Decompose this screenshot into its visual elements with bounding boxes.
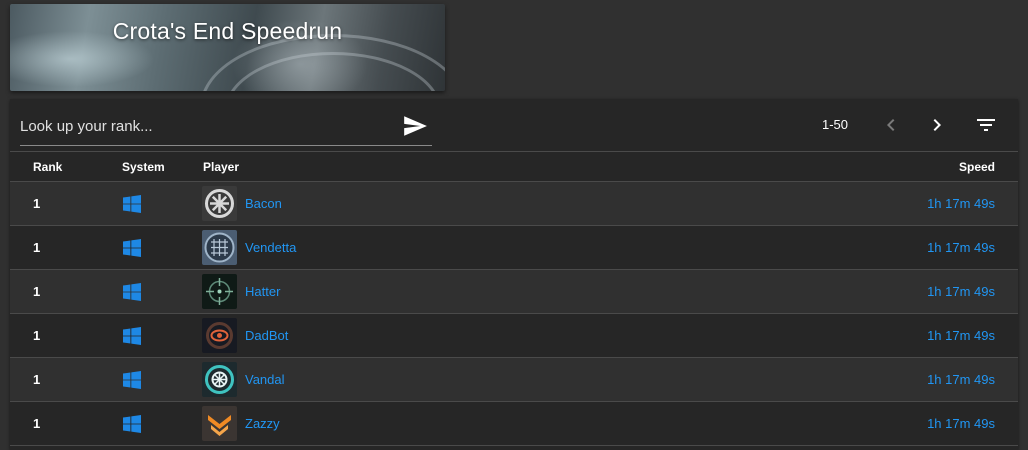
raid-banner: Crota's End Speedrun xyxy=(10,4,445,91)
player-link[interactable]: Zazzy xyxy=(245,416,280,431)
table-row: 1 Hatter 1h 17m 49s xyxy=(10,270,1018,314)
speed-link[interactable]: 1h 17m 49s xyxy=(927,372,995,387)
column-header-system[interactable]: System xyxy=(122,160,165,174)
player-link[interactable]: Bacon xyxy=(245,196,282,211)
player-link[interactable]: Hatter xyxy=(245,284,280,299)
player-link[interactable]: Vendetta xyxy=(245,240,296,255)
speed-link[interactable]: 1h 17m 49s xyxy=(927,328,995,343)
chevron-right-icon xyxy=(933,119,941,131)
filter-list-icon xyxy=(977,119,995,131)
rank-cell: 1 xyxy=(33,240,41,255)
leaderboard-toolbar: 1-50 xyxy=(10,99,1018,152)
speed-link[interactable]: 1h 17m 49s xyxy=(927,284,995,299)
table-header: Rank System Player Speed xyxy=(10,152,1018,182)
speed-link[interactable]: 1h 17m 49s xyxy=(927,416,995,431)
player-emblem xyxy=(202,318,237,353)
rank-cell: 1 xyxy=(33,372,41,387)
column-header-player[interactable]: Player xyxy=(203,160,239,174)
search-field xyxy=(20,109,432,146)
orange-chevron-emblem-icon xyxy=(208,415,231,436)
green-reticle-emblem-icon xyxy=(206,278,233,305)
teal-gear-emblem-icon xyxy=(205,365,234,394)
next-page-button[interactable] xyxy=(925,113,949,137)
table-row: 1 Bacon 1h 17m 49s xyxy=(10,182,1018,226)
table-row: 1 Zazzy 1h 17m 49s xyxy=(10,402,1018,446)
blue-grid-emblem-icon xyxy=(204,232,235,263)
page-title: Crota's End Speedrun xyxy=(112,18,343,44)
player-emblem xyxy=(202,362,237,397)
player-emblem xyxy=(202,406,237,441)
speed-link[interactable]: 1h 17m 49s xyxy=(927,196,995,211)
search-input[interactable] xyxy=(20,115,390,137)
table-row: 1 DadBot 1h 17m 49s xyxy=(10,314,1018,358)
rank-cell: 1 xyxy=(33,328,41,343)
windows-icon xyxy=(123,371,141,389)
player-emblem xyxy=(202,230,237,265)
table-row: 1 Vandal 1h 17m 49s xyxy=(10,358,1018,402)
player-link[interactable]: DadBot xyxy=(245,328,288,343)
windows-icon xyxy=(123,327,141,345)
leaderboard-card: 1-50 Rank System Player Speed 1 xyxy=(10,99,1018,450)
column-header-speed[interactable]: Speed xyxy=(959,160,995,174)
windows-icon xyxy=(123,283,141,301)
filter-button[interactable] xyxy=(974,113,998,137)
chevron-left-icon xyxy=(887,119,895,131)
table-row: 1 Vendetta 1h 17m 49s xyxy=(10,226,1018,270)
rank-cell: 1 xyxy=(33,196,41,211)
white-star-emblem-icon xyxy=(205,189,234,218)
player-emblem xyxy=(202,274,237,309)
rank-cell: 1 xyxy=(33,416,41,431)
column-header-rank[interactable]: Rank xyxy=(33,160,62,174)
speed-link[interactable]: 1h 17m 49s xyxy=(927,240,995,255)
send-icon xyxy=(404,116,427,136)
windows-icon xyxy=(123,239,141,257)
rank-cell: 1 xyxy=(33,284,41,299)
windows-icon xyxy=(123,415,141,433)
previous-page-button[interactable] xyxy=(879,113,903,137)
send-button[interactable] xyxy=(402,113,428,139)
player-link[interactable]: Vandal xyxy=(245,372,285,387)
orange-eye-emblem-icon xyxy=(206,322,233,349)
pagination-range: 1-50 xyxy=(822,117,849,132)
windows-icon xyxy=(123,195,141,213)
player-emblem xyxy=(202,186,237,221)
